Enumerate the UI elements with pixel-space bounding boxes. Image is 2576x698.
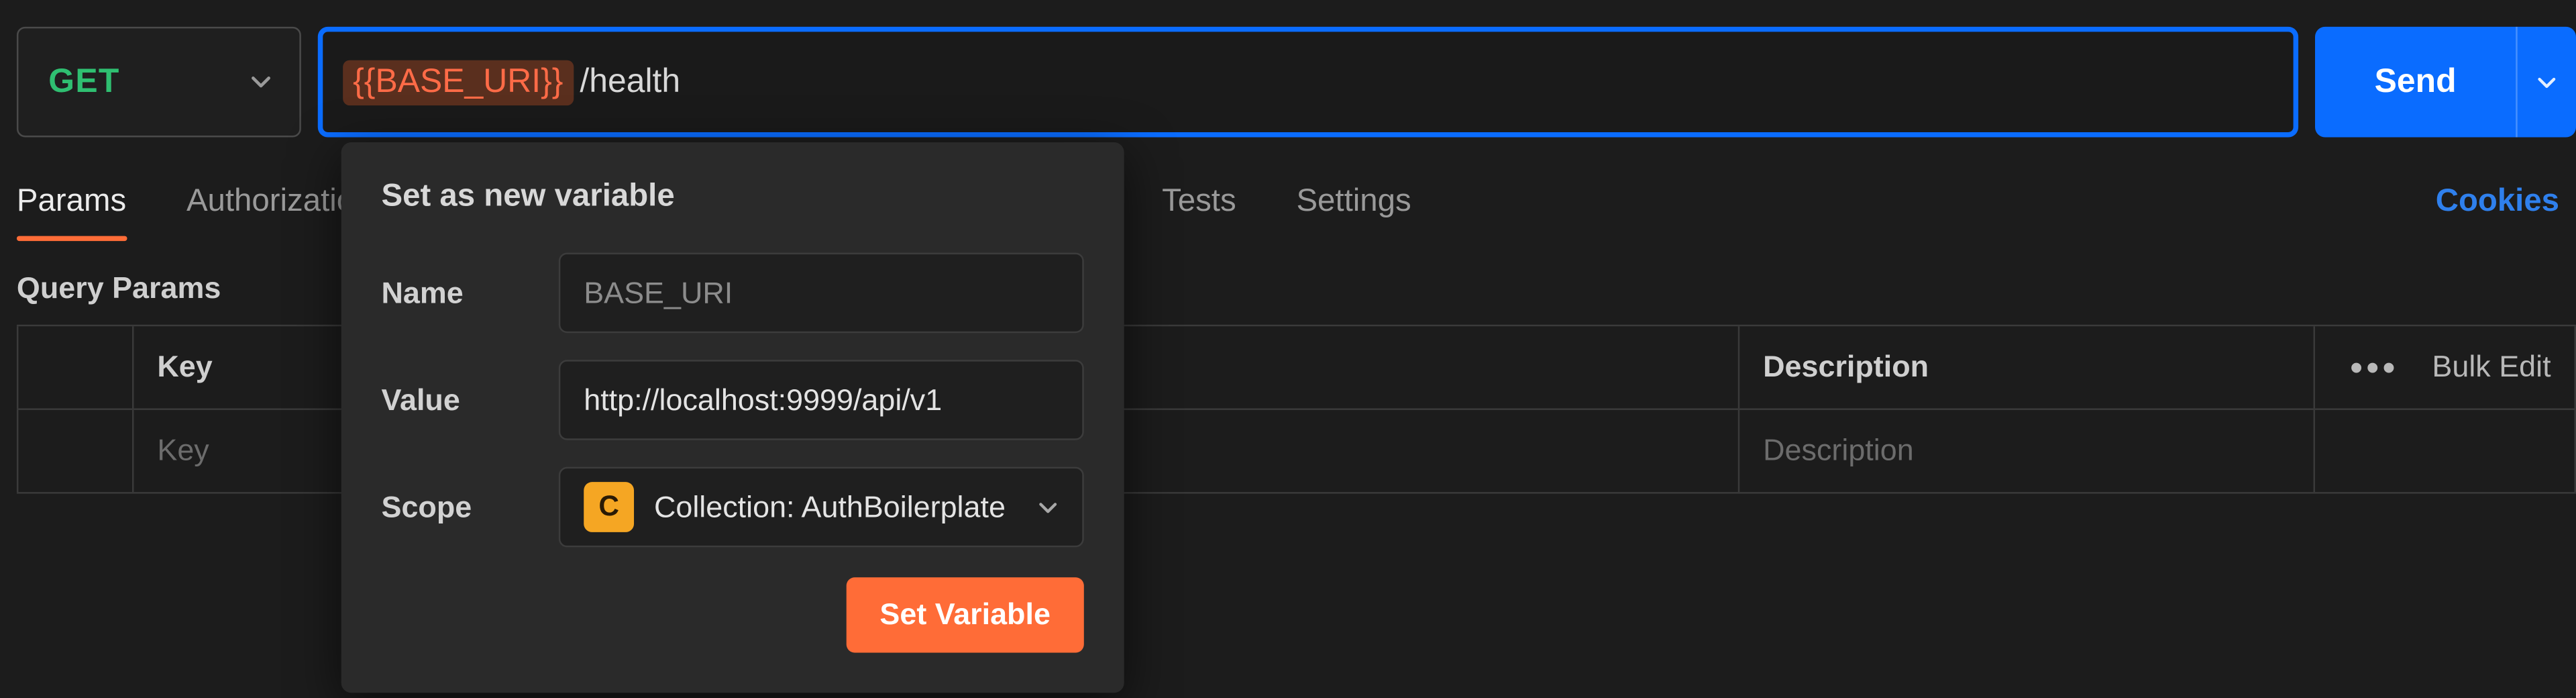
tab-tests[interactable]: Tests (1162, 174, 1236, 231)
name-label: Name (382, 275, 559, 310)
tab-settings[interactable]: Settings (1296, 174, 1411, 231)
value-label: Value (382, 383, 559, 417)
chevron-down-icon (1037, 496, 1059, 517)
url-path-text: /health (580, 63, 680, 101)
name-input[interactable]: BASE_URI (559, 253, 1084, 334)
url-variable-token[interactable]: {{BASE_URI}} (343, 60, 573, 105)
set-variable-button[interactable]: Set Variable (847, 577, 1084, 652)
value-input[interactable]: http://localhost:9999/api/v1 (559, 360, 1084, 440)
send-dropdown-icon[interactable] (2516, 27, 2576, 138)
cookies-link[interactable]: Cookies (2436, 184, 2559, 221)
popover-title: Set as new variable (382, 179, 1084, 216)
tab-params[interactable]: Params (17, 174, 126, 231)
send-button-label: Send (2315, 63, 2516, 101)
http-method-label: GET (48, 63, 119, 101)
table-row-actions (2315, 410, 2576, 492)
chevron-down-icon (250, 70, 273, 94)
bulk-edit-link[interactable]: Bulk Edit (2432, 350, 2551, 385)
http-method-select[interactable]: GET (17, 27, 301, 138)
collection-badge-icon: C (584, 482, 634, 532)
send-button[interactable]: Send (2315, 27, 2576, 138)
scope-value-text: Collection: AuthBoilerplate (654, 489, 1037, 524)
table-header-description: Description (1739, 326, 2315, 408)
url-input[interactable]: {{BASE_URI}} /health (318, 27, 2298, 138)
scope-label: Scope (382, 489, 559, 524)
scope-select[interactable]: C Collection: AuthBoilerplate (559, 467, 1084, 548)
table-row-check[interactable] (17, 410, 134, 492)
query-params-title: Query Params (17, 271, 221, 306)
tab-active-underline (17, 236, 127, 241)
set-variable-popover: Set as new variable Name BASE_URI Value … (341, 142, 1124, 693)
table-check-header (17, 326, 134, 408)
param-description-input[interactable]: Description (1739, 410, 2315, 492)
more-options-icon[interactable]: ••• (2350, 346, 2399, 389)
